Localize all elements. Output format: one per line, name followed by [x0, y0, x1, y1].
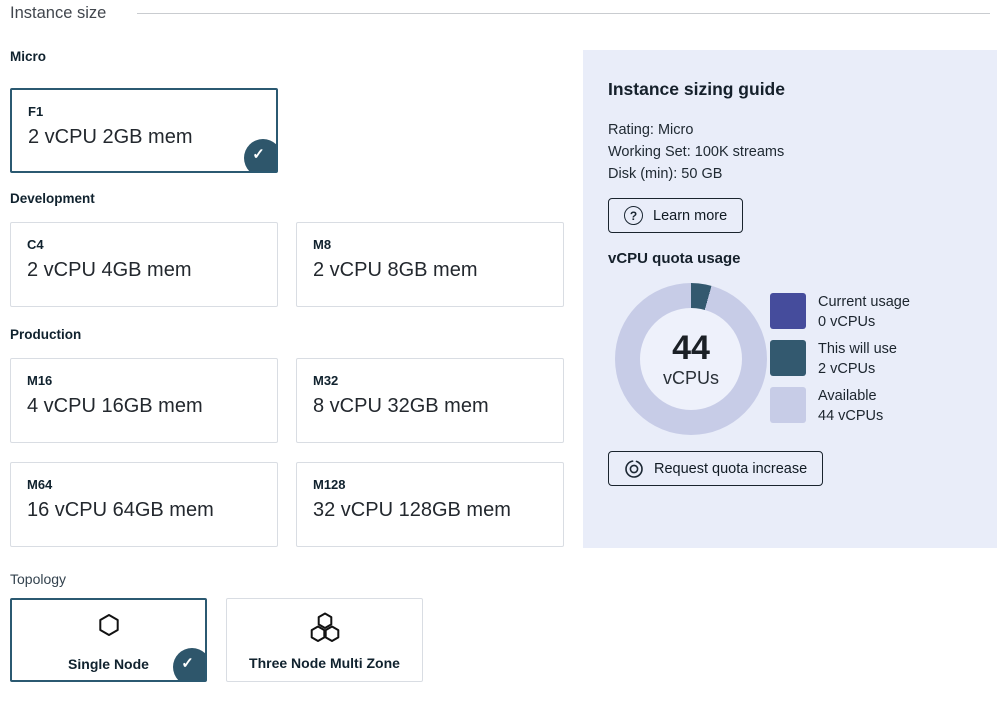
legend-value: 2 vCPUs — [818, 361, 875, 377]
guide-rating: Rating: Micro — [608, 122, 693, 138]
legend-value: 0 vCPUs — [818, 314, 875, 330]
size-card-m8[interactable]: M8 2 vCPU 8GB mem — [296, 222, 564, 307]
section-label-production: Production — [10, 327, 81, 342]
vcpu-donut-ring: 44 vCPUs — [615, 283, 767, 435]
legend-item-current-usage: Current usage 0 vCPUs — [770, 293, 980, 333]
instance-sizing-guide-panel: Instance sizing guide Rating: Micro Work… — [583, 50, 997, 548]
header-divider — [137, 13, 990, 14]
instance-size-page: Instance size Micro F1 2 vCPU 2GB mem ✓ … — [0, 0, 997, 703]
legend-swatch-available — [770, 387, 806, 423]
vcpu-donut-center: 44 vCPUs — [640, 308, 742, 410]
spec-label: 2 vCPU 8GB mem — [313, 259, 477, 282]
vcpu-total-unit: vCPUs — [663, 368, 719, 389]
selected-check-icon: ✓ — [244, 139, 278, 173]
single-hexagon-icon — [12, 613, 205, 639]
topology-option-single-node[interactable]: Single Node ✓ — [10, 598, 207, 682]
three-hexagons-icon — [227, 612, 422, 644]
request-quota-label: Request quota increase — [654, 461, 807, 477]
tier-label: M128 — [313, 477, 346, 492]
size-card-c4[interactable]: C4 2 vCPU 4GB mem — [10, 222, 278, 307]
spec-label: 2 vCPU 4GB mem — [27, 259, 191, 282]
section-label-development: Development — [10, 191, 95, 206]
spec-label: 8 vCPU 32GB mem — [313, 395, 489, 418]
size-card-f1[interactable]: F1 2 vCPU 2GB mem ✓ — [10, 88, 278, 173]
vcpu-quota-usage-title: vCPU quota usage — [608, 250, 741, 267]
selected-check-icon: ✓ — [173, 648, 207, 682]
spec-label: 2 vCPU 2GB mem — [28, 126, 192, 149]
size-card-m128[interactable]: M128 32 vCPU 128GB mem — [296, 462, 564, 547]
legend-label: This will use — [818, 341, 897, 357]
tier-label: M8 — [313, 237, 331, 252]
learn-more-button[interactable]: ? Learn more — [608, 198, 743, 233]
size-card-m64[interactable]: M64 16 vCPU 64GB mem — [10, 462, 278, 547]
question-icon: ? — [624, 206, 643, 225]
page-title: Instance size — [10, 4, 106, 23]
tier-label: M64 — [27, 477, 52, 492]
spec-label: 4 vCPU 16GB mem — [27, 395, 203, 418]
quota-target-icon — [624, 459, 644, 479]
topology-label: Topology — [10, 571, 66, 587]
legend-item-this-will-use: This will use 2 vCPUs — [770, 340, 980, 380]
learn-more-label: Learn more — [653, 208, 727, 224]
legend-item-available: Available 44 vCPUs — [770, 387, 980, 427]
guide-disk: Disk (min): 50 GB — [608, 166, 722, 182]
topology-option-label: Three Node Multi Zone — [227, 655, 422, 671]
request-quota-increase-button[interactable]: Request quota increase — [608, 451, 823, 486]
spec-label: 16 vCPU 64GB mem — [27, 499, 214, 522]
tier-label: F1 — [28, 104, 43, 119]
tier-label: M16 — [27, 373, 52, 388]
size-card-m16[interactable]: M16 4 vCPU 16GB mem — [10, 358, 278, 443]
legend-label: Available — [818, 388, 877, 404]
tier-label: M32 — [313, 373, 338, 388]
guide-title: Instance sizing guide — [608, 79, 785, 100]
legend-swatch-current-usage — [770, 293, 806, 329]
legend-label: Current usage — [818, 294, 910, 310]
legend-swatch-this-will-use — [770, 340, 806, 376]
spec-label: 32 vCPU 128GB mem — [313, 499, 511, 522]
vcpu-total-value: 44 — [672, 330, 710, 366]
size-card-m32[interactable]: M32 8 vCPU 32GB mem — [296, 358, 564, 443]
legend-value: 44 vCPUs — [818, 408, 883, 424]
topology-option-three-node[interactable]: Three Node Multi Zone — [226, 598, 423, 682]
section-label-micro: Micro — [10, 49, 46, 64]
guide-working-set: Working Set: 100K streams — [608, 144, 784, 160]
tier-label: C4 — [27, 237, 44, 252]
